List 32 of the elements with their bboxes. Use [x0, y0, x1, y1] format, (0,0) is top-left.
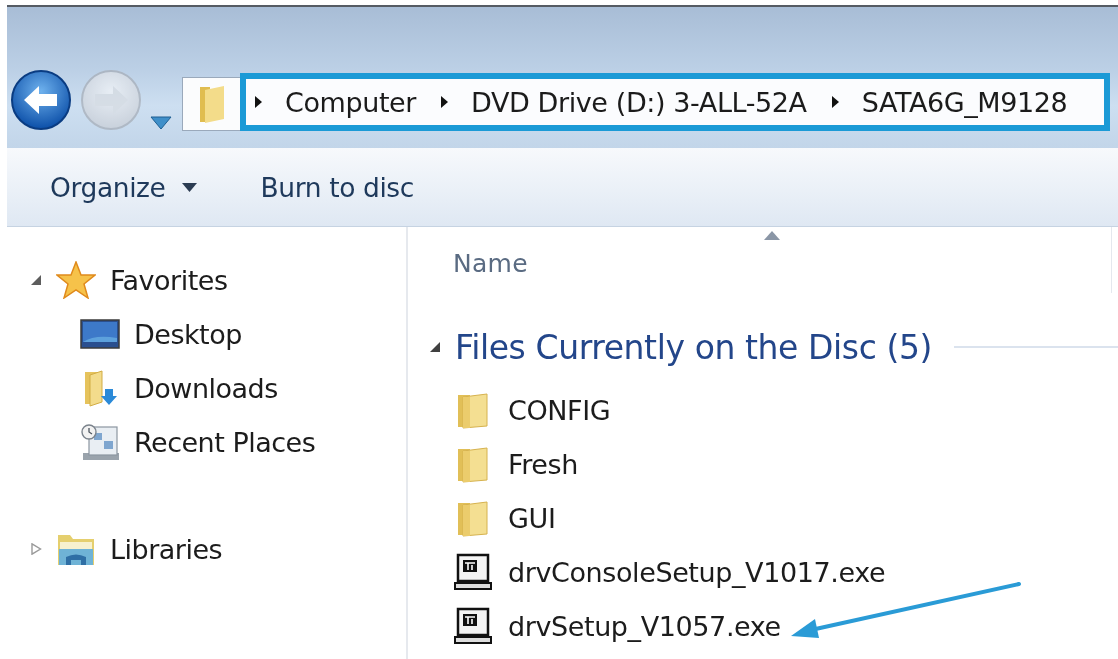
location-folder-icon [182, 77, 240, 131]
caret-icon [181, 182, 197, 192]
collapse-triangle-icon[interactable] [30, 274, 42, 286]
file-name[interactable]: drvSetup_V1057.exe [508, 610, 781, 642]
file-name[interactable]: GUI [508, 502, 556, 534]
star-icon [56, 261, 96, 299]
tree-item[interactable]: Libraries [110, 533, 223, 565]
breadcrumb-arrow-icon[interactable] [440, 95, 450, 109]
file-name[interactable]: CONFIG [508, 394, 611, 426]
file-name[interactable]: Fresh [508, 448, 578, 480]
back-button[interactable] [10, 69, 72, 131]
application-icon [454, 553, 492, 591]
breadcrumb-arrow-icon[interactable] [254, 95, 263, 109]
organize-menu-button[interactable]: Organize [46, 165, 201, 209]
recent-places-icon [80, 423, 120, 461]
breadcrumb-arrow-icon[interactable] [830, 95, 840, 109]
tree-item[interactable]: Desktop [134, 318, 242, 350]
file-name[interactable]: drvConsoleSetup_V1017.exe [508, 556, 886, 588]
address-bar[interactable]: Computer DVD Drive (D:) 3-ALL-52A SATA6G_M9128 [240, 73, 1110, 131]
breadcrumb-item[interactable]: SATA6G_M9128 [861, 86, 1068, 118]
group-header[interactable]: Files Currently on the Disc (5) [455, 327, 933, 367]
tree-item[interactable]: Recent Places [134, 426, 316, 458]
expand-triangle-icon[interactable] [30, 543, 42, 555]
name-column-button[interactable]: Name [453, 248, 528, 278]
application-icon [454, 607, 492, 645]
collapse-triangle-icon[interactable] [429, 341, 441, 353]
toolbar-button[interactable]: Burn to disc [256, 165, 418, 209]
tree-item[interactable]: Favorites [110, 264, 228, 296]
breadcrumb-item[interactable]: Computer [285, 86, 417, 118]
breadcrumb-item[interactable]: DVD Drive (D:) 3-ALL-52A [471, 86, 807, 118]
tree-item[interactable]: Downloads [134, 372, 278, 404]
recent-pages-dropdown-icon[interactable] [150, 113, 172, 131]
